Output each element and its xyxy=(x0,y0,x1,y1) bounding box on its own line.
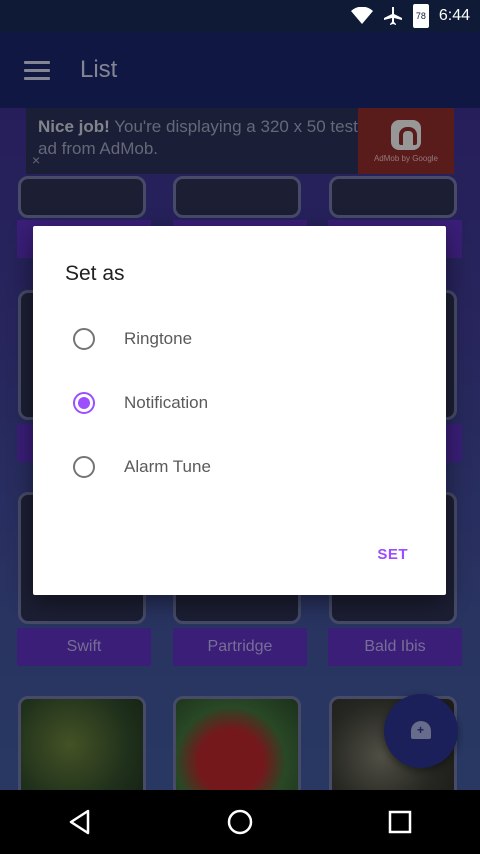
dialog-title: Set as xyxy=(65,262,125,285)
back-icon[interactable] xyxy=(60,802,100,842)
wifi-icon xyxy=(350,7,373,25)
navigation-bar xyxy=(0,790,480,854)
option-label: Ringtone xyxy=(124,329,193,348)
status-time: 6:44 xyxy=(438,7,470,24)
home-icon[interactable] xyxy=(220,802,260,842)
option-ringtone[interactable]: Ringtone xyxy=(73,322,192,356)
set-button[interactable]: SET xyxy=(377,546,408,563)
option-label: Notification xyxy=(124,393,209,412)
option-label: Alarm Tune xyxy=(124,457,211,476)
airplane-mode-icon xyxy=(383,6,403,26)
option-alarm-tune[interactable]: Alarm Tune xyxy=(73,450,211,484)
status-bar: 78 6:44 xyxy=(0,0,480,32)
radio-alarm-tune[interactable] xyxy=(73,456,95,478)
battery-icon: 78 xyxy=(412,4,429,28)
option-notification[interactable]: Notification xyxy=(73,386,208,420)
recents-icon[interactable] xyxy=(380,802,420,842)
radio-ringtone[interactable] xyxy=(73,328,95,350)
set-as-dialog: Set as Ringtone Notification Alarm Tune … xyxy=(33,226,446,595)
radio-notification[interactable] xyxy=(73,392,95,414)
